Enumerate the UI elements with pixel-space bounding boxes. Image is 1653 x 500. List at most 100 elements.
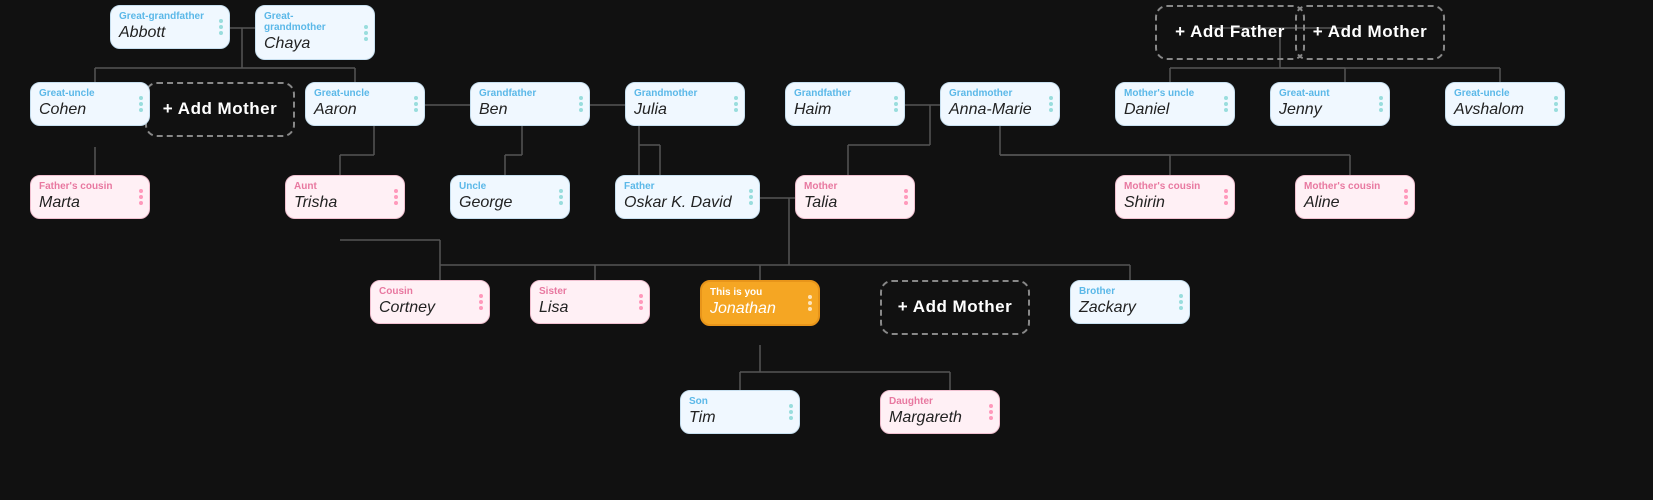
node-gtu3[interactable]: Great-uncle Avshalom [1445,82,1565,126]
node-dots-gm1 [734,96,738,112]
node-role-da1: Daughter [889,396,979,407]
node-name-si1: Lisa [539,299,629,317]
node-dots-br1 [1179,294,1183,310]
node-role-gm2: Grandmother [949,88,1039,99]
node-name-da1: Margareth [889,409,979,427]
node-role-gtu1: Great-uncle [39,88,129,99]
node-co1[interactable]: Cousin Cortney [370,280,490,324]
node-dots-da1 [989,404,993,420]
node-name-ggm1: Chaya [264,35,354,53]
node-ggf1[interactable]: Great-grandfather Abbott [110,5,230,49]
node-role-ggm1: Great-grandmother [264,11,354,33]
connectors-svg [0,0,1653,500]
node-dots-fa1 [749,189,753,205]
node-role-ggf1: Great-grandfather [119,11,209,22]
node-name-gtu3: Avshalom [1454,101,1544,119]
node-dots-mu1 [1224,96,1228,112]
node-role-fc1: Father's cousin [39,181,129,192]
family-tree: Great-grandfather Abbott Great-grandmother… [0,0,1653,500]
node-dots-gtu2 [414,96,418,112]
node-add_mother[interactable]: + Add Mother [880,280,1030,335]
node-ga1[interactable]: Great-aunt Jenny [1270,82,1390,126]
node-dots-ggm1 [364,25,368,41]
add-label-add_mother_top: + Add Mother [1313,22,1427,42]
node-dots-so1 [789,404,793,420]
node-role-mu1: Mother's uncle [1124,88,1214,99]
node-role-mo1: Mother [804,181,894,192]
node-role-gtu2: Great-uncle [314,88,404,99]
node-dots-au1 [394,189,398,205]
node-role-gtu3: Great-uncle [1454,88,1544,99]
node-add_mother_top[interactable]: + Add Mother [1295,5,1445,60]
node-role-co1: Cousin [379,286,469,297]
node-dots-mo1 [904,189,908,205]
node-dots-si1 [639,294,643,310]
node-dots-gtu3 [1554,96,1558,112]
node-fc1[interactable]: Father's cousin Marta [30,175,150,219]
node-so1[interactable]: SonTim [680,390,800,434]
node-role-fa1: Father [624,181,739,192]
node-gm2[interactable]: GrandmotherAnna-Marie [940,82,1060,126]
node-role-mc1: Mother's cousin [1124,181,1214,192]
node-name-mu1: Daniel [1124,101,1214,119]
node-name-ga1: Jenny [1279,101,1369,119]
node-br1[interactable]: Brother Zackary [1070,280,1190,324]
node-name-so1: Tim [689,409,779,427]
add-label-add_mother: + Add Mother [898,297,1012,317]
node-dots-gf2 [894,96,898,112]
node-gf1[interactable]: Grandfather Ben [470,82,590,126]
node-mo1[interactable]: Mother Talia [795,175,915,219]
node-dots-ggf1 [219,19,223,35]
add-label-add_mother_ggf: + Add Mother [163,99,277,119]
node-role-gf1: Grandfather [479,88,569,99]
node-si1[interactable]: Sister Lisa [530,280,650,324]
node-name-gf1: Ben [479,101,569,119]
node-role-ga1: Great-aunt [1279,88,1369,99]
node-add_father_top[interactable]: + Add Father [1155,5,1305,60]
node-dots-co1 [479,294,483,310]
node-gm1[interactable]: GrandmotherJulia [625,82,745,126]
node-name-au1: Trisha [294,194,384,212]
node-name-fa1: Oskar K. David [624,194,739,212]
node-fa1[interactable]: Father Oskar K. David [615,175,760,219]
node-dots-gtu1 [139,96,143,112]
node-role-br1: Brother [1079,286,1169,297]
node-name-gm1: Julia [634,101,724,119]
node-un1[interactable]: Uncle George [450,175,570,219]
node-name-un1: George [459,194,549,212]
node-name-me: Jonathan [710,300,798,318]
node-role-gf2: Grandfather [794,88,884,99]
node-mc1[interactable]: Mother's cousin Shirin [1115,175,1235,219]
node-name-gtu1: Cohen [39,101,129,119]
node-dots-mc2 [1404,189,1408,205]
node-name-gtu2: Aaron [314,101,404,119]
node-dots-fc1 [139,189,143,205]
node-mc2[interactable]: Mother's cousin Aline [1295,175,1415,219]
node-name-mc2: Aline [1304,194,1394,212]
node-role-mc2: Mother's cousin [1304,181,1394,192]
node-au1[interactable]: AuntTrisha [285,175,405,219]
node-role-si1: Sister [539,286,629,297]
node-dots-gf1 [579,96,583,112]
add-label-add_father_top: + Add Father [1175,22,1285,42]
node-name-br1: Zackary [1079,299,1169,317]
node-name-mo1: Talia [804,194,894,212]
node-dots-ga1 [1379,96,1383,112]
node-add_mother_ggf[interactable]: + Add Mother [145,82,295,137]
node-name-ggf1: Abbott [119,24,209,42]
node-gtu1[interactable]: Great-uncle Cohen [30,82,150,126]
node-dots-gm2 [1049,96,1053,112]
node-ggm1[interactable]: Great-grandmother Chaya [255,5,375,60]
node-role-me: This is you [710,287,798,298]
node-dots-mc1 [1224,189,1228,205]
node-role-un1: Uncle [459,181,549,192]
node-dots-me [808,295,812,311]
node-me[interactable]: This is you Jonathan [700,280,820,326]
node-gtu2[interactable]: Great-uncle Aaron [305,82,425,126]
node-name-fc1: Marta [39,194,129,212]
node-da1[interactable]: Daughter Margareth [880,390,1000,434]
node-gf2[interactable]: GrandfatherHaim [785,82,905,126]
node-name-mc1: Shirin [1124,194,1214,212]
node-mu1[interactable]: Mother's uncle Daniel [1115,82,1235,126]
node-name-co1: Cortney [379,299,469,317]
